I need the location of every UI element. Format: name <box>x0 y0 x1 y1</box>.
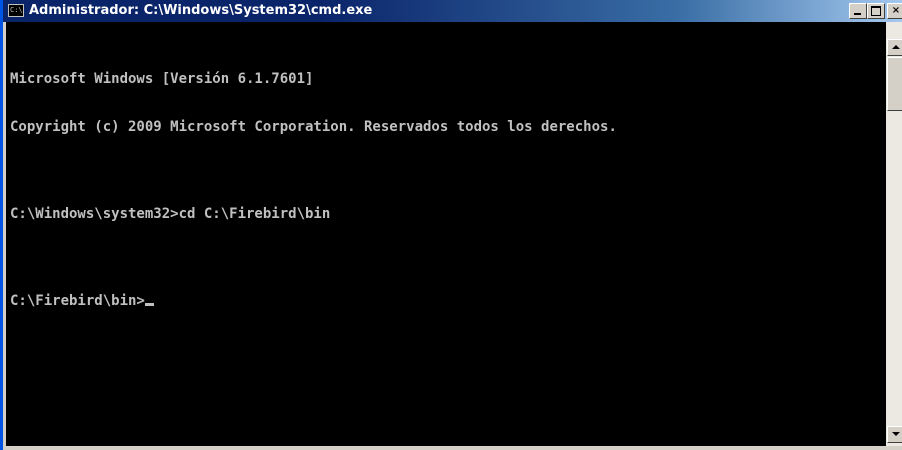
console-text: Microsoft Windows [Versión 6.1.7601] Cop… <box>10 39 617 341</box>
scroll-thumb[interactable] <box>887 57 902 111</box>
close-icon: × <box>891 5 901 16</box>
minimize-button[interactable] <box>849 3 867 19</box>
scroll-up-button[interactable] <box>887 39 902 56</box>
title-bar[interactable]: C:\ Administrador: C:\Windows\System32\c… <box>3 0 902 22</box>
console-line: Microsoft Windows [Versión 6.1.7601] <box>10 71 314 87</box>
console-line: C:\Windows\system32>cd C:\Firebird\bin <box>10 206 331 222</box>
console-output[interactable]: Microsoft Windows [Versión 6.1.7601] Cop… <box>6 22 886 446</box>
vertical-scrollbar[interactable] <box>886 22 902 446</box>
text-cursor <box>144 303 154 306</box>
maximize-button[interactable] <box>867 3 885 19</box>
window-title: Administrador: C:\Windows\System32\cmd.e… <box>29 3 373 18</box>
console-prompt: C:\Firebird\bin> <box>10 293 145 309</box>
console-prompt-line[interactable]: C:\Firebird\bin> <box>10 293 617 309</box>
console-line: Copyright (c) 2009 Microsoft Corporation… <box>10 119 617 135</box>
cmd-icon[interactable]: C:\ <box>8 4 24 17</box>
scroll-down-button[interactable] <box>887 426 902 443</box>
window-bottom-border <box>3 446 902 450</box>
caption-buttons: × <box>849 3 902 19</box>
cmd-window: C:\ Administrador: C:\Windows\System32\c… <box>0 0 902 450</box>
close-button[interactable]: × <box>887 3 902 19</box>
